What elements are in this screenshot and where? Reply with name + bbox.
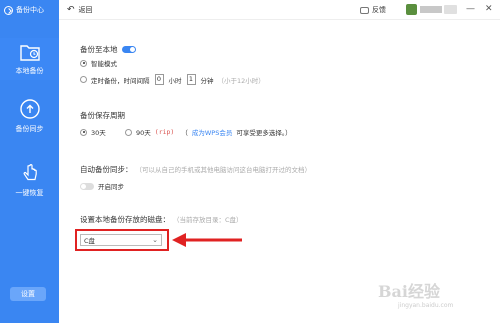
smart-mode-label: 智能模式 [91,60,117,68]
chat-bubble-icon [360,6,369,14]
chevron-down-icon: ⌄ [152,236,158,244]
sync-toggle-row[interactable]: 开启同步 [80,181,124,191]
sidebar-item-label: 本地备份 [15,67,44,75]
hand-tap-icon [23,164,37,181]
smart-mode-radio[interactable] [80,59,87,67]
backup-center-logo-icon [4,5,13,15]
sidebar-item-one-click-restore[interactable]: 一键恢复 [0,162,59,204]
retention-30-radio[interactable] [80,128,87,136]
retention-30-option[interactable]: 30天 [80,127,106,137]
minimize-button[interactable]: — [466,4,475,14]
timed-backup-option[interactable]: 定时备份，时间间隔 0 小时 1 分钟 （小于12小时） [80,74,265,85]
wps-suffix-text: 可享受更多选择。） [236,129,292,137]
app-title: 备份中心 [4,4,44,16]
local-backup-heading: 备份至本地 [80,44,136,55]
app-title-text: 备份中心 [16,6,44,14]
cloud-upload-icon [19,99,40,119]
retention-90-option[interactable]: 90天 (rip) （ 成为WPS会员 可享受更多选择。） [125,127,292,137]
disk-heading-text: 设置本地备份存放的磁盘： [80,215,170,224]
local-backup-heading-text: 备份至本地 [80,45,118,54]
sidebar-item-label: 备份同步 [15,125,44,133]
feedback-label: 反馈 [372,6,386,14]
sync-toggle[interactable] [80,182,94,190]
minutes-unit: 分钟 [200,76,214,85]
sidebar-item-local-backup[interactable]: 本地备份 [0,38,59,80]
folder-clock-icon [19,45,40,61]
smart-mode-option[interactable]: 智能模式 [80,58,117,68]
disk-select[interactable]: C盘 ⌄ [80,234,162,246]
local-backup-toggle[interactable] [121,46,136,53]
watermark-url: jingyan.baidu.com [398,302,454,309]
back-label: 返回 [78,6,93,14]
hours-unit: 小时 [168,76,182,85]
timed-hint: （小于12小时） [217,76,265,85]
feedback-button[interactable]: 反馈 [360,5,386,15]
username-blurred [420,6,442,13]
annotation-arrow-icon [172,233,242,247]
settings-button[interactable]: 设置 [10,287,46,301]
vip-badge [444,5,457,14]
hours-input[interactable]: 0 [154,74,164,85]
retention-90-radio[interactable] [125,128,132,136]
timed-backup-radio[interactable] [80,76,87,83]
top-bar: ↶ 返回 反馈 — ✕ [59,0,500,20]
close-button[interactable]: ✕ [485,4,493,14]
auto-sync-heading: 自动备份同步： （可以从自己的手机或其他电脑访问这台电脑打开过的文档） [80,164,311,175]
sidebar: 备份中心 本地备份 备份同步 一键恢复 设置 [0,0,59,323]
avatar[interactable] [406,4,417,15]
sidebar-item-backup-sync[interactable]: 备份同步 [0,98,59,140]
sync-toggle-label: 开启同步 [98,183,124,191]
disk-heading: 设置本地备份存放的磁盘： （当前存放目录：C盘） [80,214,243,225]
watermark-logo: Bai经验 [378,282,440,301]
paren-open: （ [181,129,188,137]
sidebar-item-label: 一键恢复 [15,189,44,197]
wps-member-link[interactable]: 成为WPS会员 [192,127,232,137]
minutes-input[interactable]: 1 [186,74,196,85]
auto-sync-hint: （可以从自己的手机或其他电脑访问这台电脑打开过的文档） [135,166,312,174]
back-button[interactable]: ↶ 返回 [67,5,93,15]
back-arrow-icon: ↶ [67,4,75,15]
timed-backup-label: 定时备份，时间间隔 [91,76,150,85]
rip-badge: (rip) [154,128,175,136]
disk-hint: （当前存放目录：C盘） [173,216,243,224]
retention-heading: 备份保存周期 [80,111,125,120]
retention-90-label: 90天 [136,129,151,137]
retention-30-label: 30天 [91,129,106,137]
disk-select-value: C盘 [84,237,96,245]
auto-sync-heading-text: 自动备份同步： [80,165,133,174]
